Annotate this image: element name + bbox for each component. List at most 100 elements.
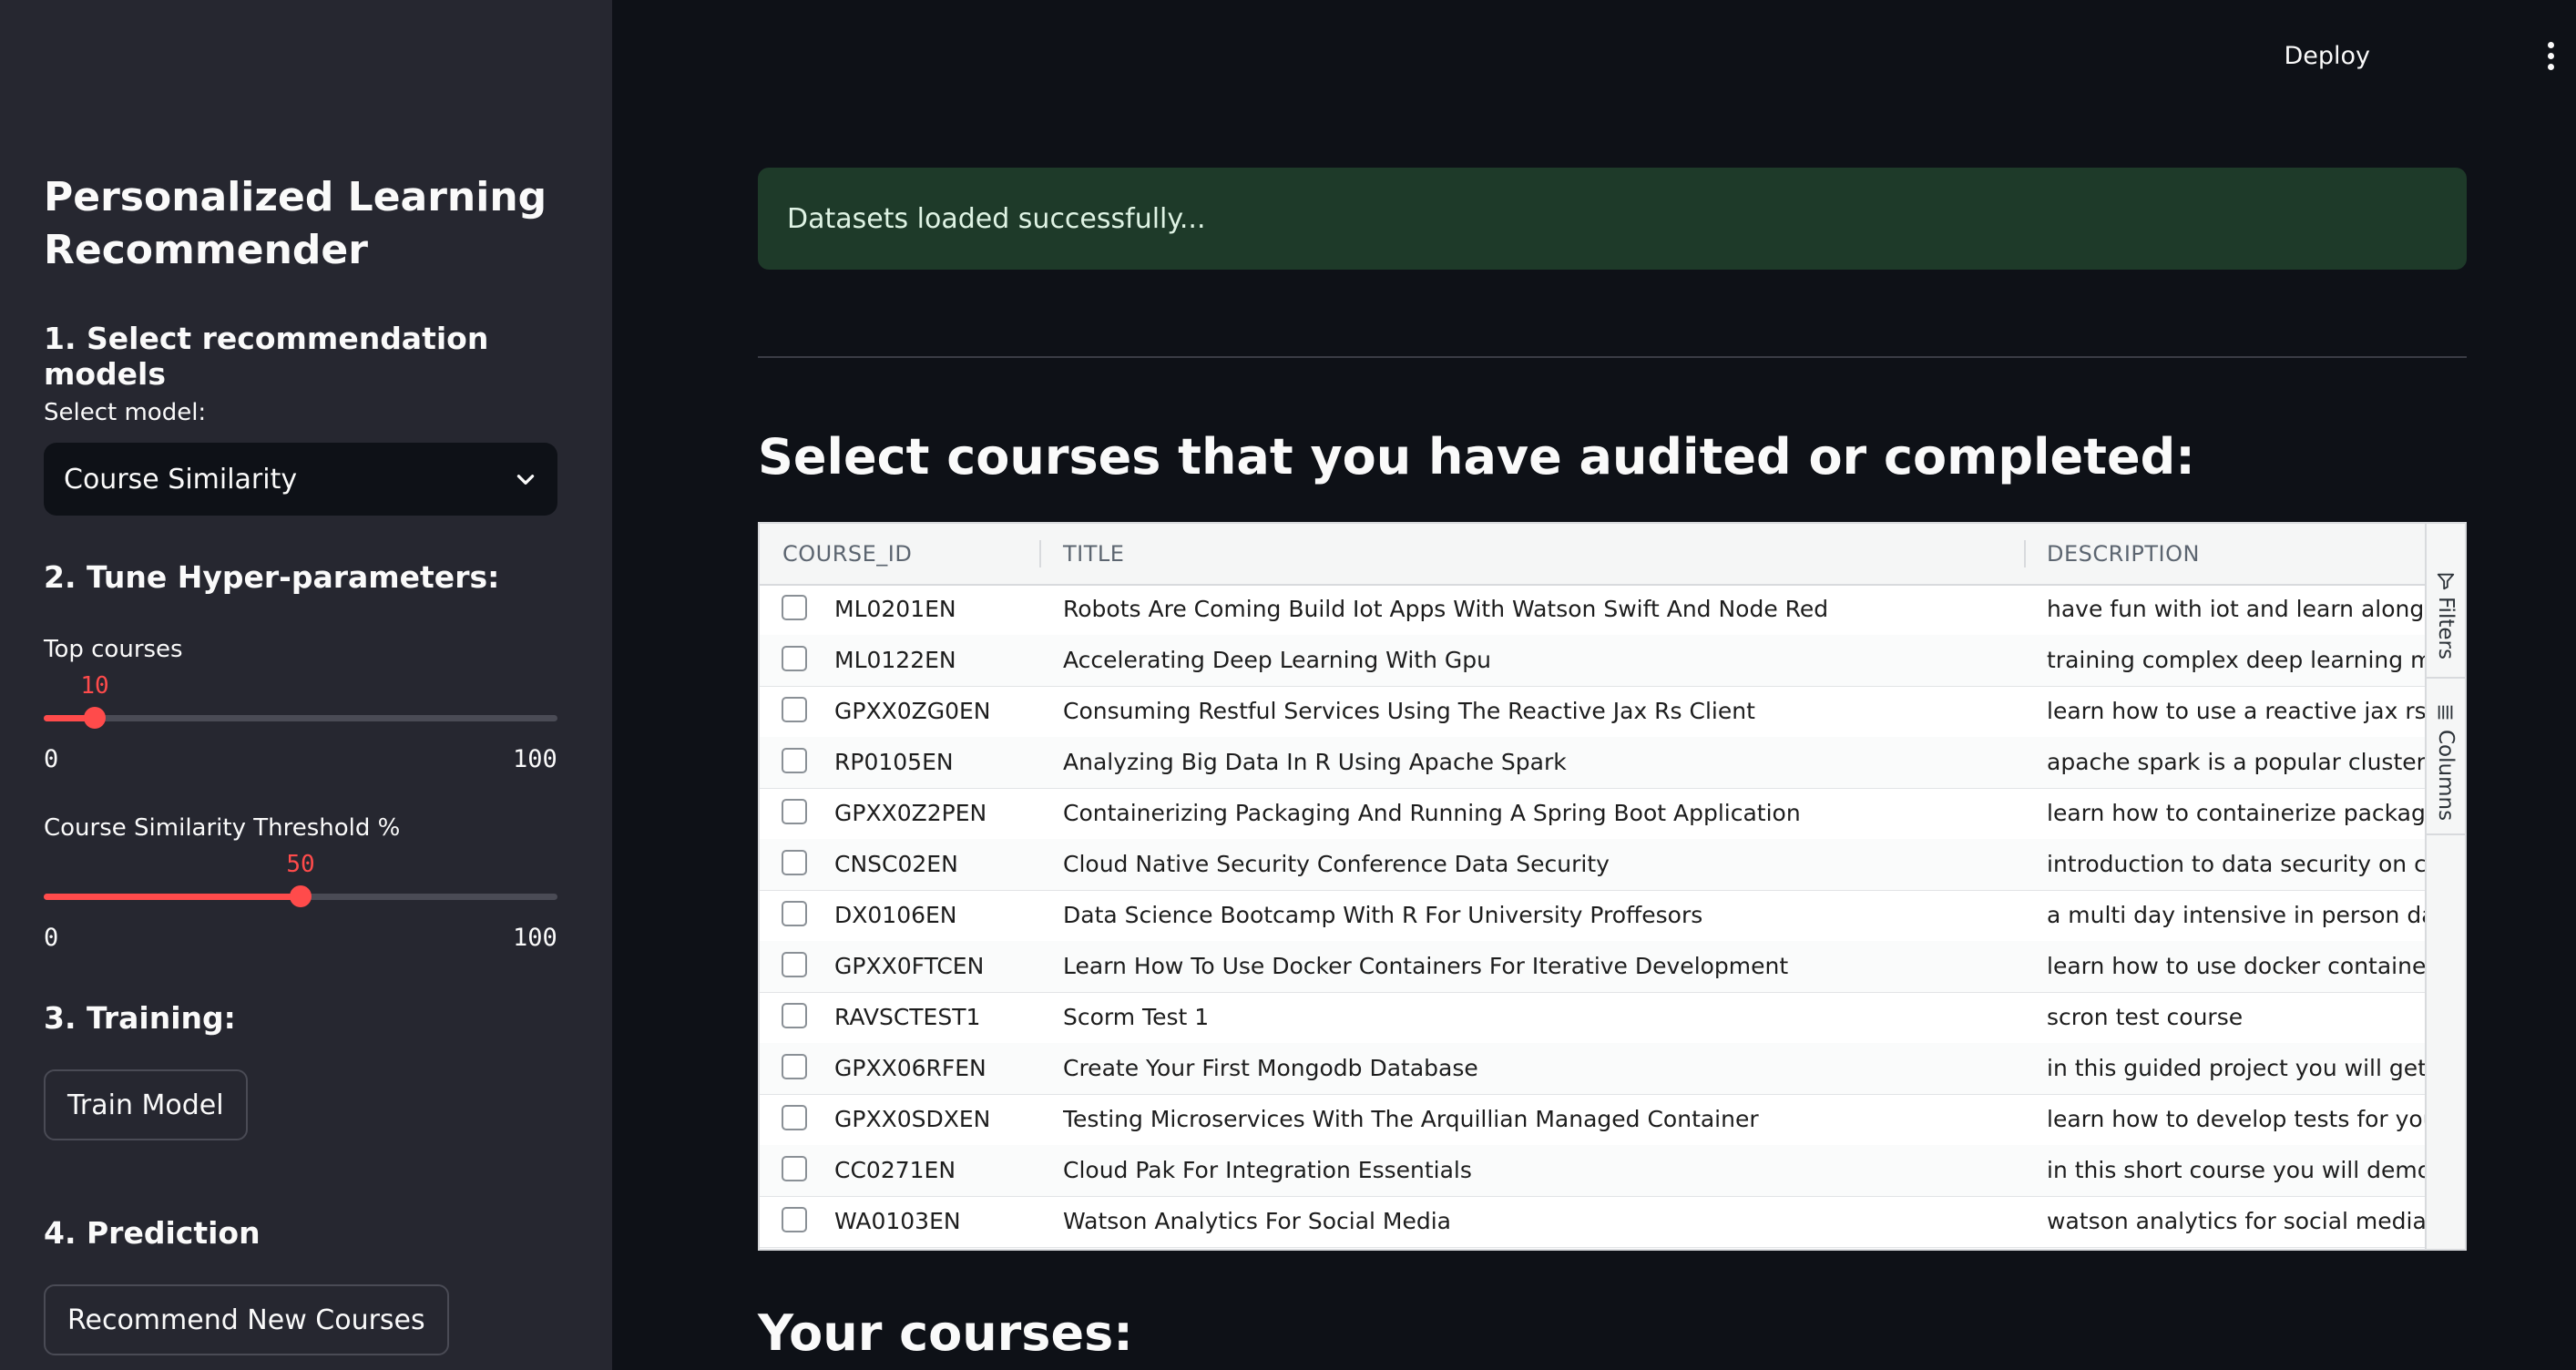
table-row[interactable]: CNSC02EN Cloud Native Security Conference… bbox=[760, 839, 2430, 891]
table-row[interactable]: ML0122EN Accelerating Deep Learning With … bbox=[760, 635, 2430, 687]
columns-icon bbox=[2438, 705, 2453, 720]
description-cell: apache spark is a popular cluster con bbox=[2047, 749, 2428, 775]
filter-icon bbox=[2437, 573, 2455, 590]
description-cell: introduction to data security on cloud bbox=[2047, 851, 2428, 877]
row-checkbox[interactable] bbox=[782, 595, 807, 620]
course-id-cell: GPXX0ZG0EN bbox=[834, 698, 991, 724]
description-cell: learn how to develop tests for your m bbox=[2047, 1106, 2428, 1132]
description-cell: have fun with iot and learn along the bbox=[2047, 596, 2428, 622]
column-header-description[interactable]: DESCRIPTION bbox=[2047, 524, 2200, 584]
your-courses-heading: Your courses: bbox=[758, 1304, 1133, 1362]
table-row[interactable]: GPXX0FTCEN Learn How To Use Docker Contai… bbox=[760, 941, 2430, 993]
table-row[interactable]: ML0201EN Robots Are Coming Build Iot Apps… bbox=[760, 584, 2430, 636]
title-cell: Learn How To Use Docker Containers For I… bbox=[1063, 953, 1789, 979]
slider-thumb[interactable] bbox=[84, 707, 107, 729]
select-courses-heading: Select courses that you have audited or … bbox=[758, 428, 2195, 486]
top-courses-slider[interactable] bbox=[44, 700, 557, 736]
row-checkbox[interactable] bbox=[782, 748, 807, 773]
more-menu-icon[interactable] bbox=[2541, 42, 2560, 73]
table-header: COURSE_ID TITLE DESCRIPTION bbox=[760, 524, 2430, 586]
column-separator[interactable] bbox=[2024, 540, 2026, 567]
slider-thumb[interactable] bbox=[290, 885, 312, 907]
select-model-label: Select model: bbox=[44, 399, 207, 426]
section-select-models-heading: 1. Select recommendation models bbox=[44, 321, 489, 392]
row-checkbox[interactable] bbox=[782, 799, 807, 824]
title-cell: Containerizing Packaging And Running A S… bbox=[1063, 800, 1801, 826]
filters-tab[interactable]: Filters bbox=[2427, 524, 2465, 679]
top-courses-value: 10 bbox=[80, 672, 109, 700]
threshold-label: Course Similarity Threshold % bbox=[44, 814, 401, 842]
title-cell: Accelerating Deep Learning With Gpu bbox=[1063, 647, 1491, 673]
course-id-cell: RP0105EN bbox=[834, 749, 954, 775]
description-cell: training complex deep learning mode bbox=[2047, 647, 2428, 673]
table-row[interactable]: GPXX0Z2PEN Containerizing Packaging And R… bbox=[760, 788, 2430, 840]
title-cell: Data Science Bootcamp With R For Univers… bbox=[1063, 902, 1703, 928]
course-id-cell: ML0122EN bbox=[834, 647, 956, 673]
course-id-cell: CC0271EN bbox=[834, 1157, 956, 1183]
table-row[interactable]: CC0271EN Cloud Pak For Integration Essent… bbox=[760, 1145, 2430, 1197]
row-checkbox[interactable] bbox=[782, 646, 807, 671]
title-cell: Consuming Restful Services Using The Rea… bbox=[1063, 698, 1755, 724]
column-separator[interactable] bbox=[1039, 540, 1041, 567]
course-id-cell: GPXX0Z2PEN bbox=[834, 800, 987, 826]
title-cell: Cloud Native Security Conference Data Se… bbox=[1063, 851, 1610, 877]
description-cell: a multi day intensive in person data s bbox=[2047, 902, 2428, 928]
row-checkbox[interactable] bbox=[782, 1003, 807, 1028]
deploy-button[interactable]: Deploy bbox=[2284, 42, 2370, 70]
table-row[interactable]: GPXX06RFEN Create Your First Mongodb Data… bbox=[760, 1043, 2430, 1095]
table-row[interactable]: DX0106EN Data Science Bootcamp With R For… bbox=[760, 890, 2430, 942]
row-checkbox[interactable] bbox=[782, 697, 807, 722]
sidebar: Personalized Learning Recommender 1. Sel… bbox=[0, 0, 612, 1370]
top-courses-max: 100 bbox=[513, 745, 557, 773]
recommend-courses-button[interactable]: Recommend New Courses bbox=[44, 1284, 449, 1355]
description-cell: learn how to use a reactive jax rs clie bbox=[2047, 698, 2428, 724]
table-row[interactable]: GPXX0SDXEN Testing Microservices With The… bbox=[760, 1094, 2430, 1146]
title-cell: Cloud Pak For Integration Essentials bbox=[1063, 1157, 1472, 1183]
columns-tab-label: Columns bbox=[2434, 730, 2458, 822]
row-checkbox[interactable] bbox=[782, 850, 807, 875]
chevron-down-icon bbox=[516, 475, 535, 485]
columns-tab[interactable]: Columns bbox=[2427, 679, 2465, 835]
title-cell: Analyzing Big Data In R Using Apache Spa… bbox=[1063, 749, 1567, 775]
course-id-cell: CNSC02EN bbox=[834, 851, 958, 877]
model-select[interactable]: Course Similarity bbox=[44, 443, 557, 516]
description-cell: learn how to containerize package an bbox=[2047, 800, 2428, 826]
row-checkbox[interactable] bbox=[782, 1054, 807, 1079]
table-row[interactable]: RAVSCTEST1 Scorm Test 1 scron test course bbox=[760, 992, 2430, 1044]
row-checkbox[interactable] bbox=[782, 1156, 807, 1181]
title-cell: Watson Analytics For Social Media bbox=[1063, 1208, 1451, 1234]
title-cell: Scorm Test 1 bbox=[1063, 1004, 1210, 1030]
row-checkbox[interactable] bbox=[782, 1105, 807, 1130]
threshold-value: 50 bbox=[286, 851, 315, 878]
divider bbox=[758, 356, 2467, 358]
row-checkbox[interactable] bbox=[782, 952, 807, 977]
course-id-cell: ML0201EN bbox=[834, 596, 956, 622]
title-cell: Testing Microservices With The Arquillia… bbox=[1063, 1106, 1759, 1132]
grid-side-panel: Filters Columns bbox=[2425, 524, 2465, 1249]
table-row[interactable]: RP0105EN Analyzing Big Data In R Using Ap… bbox=[760, 737, 2430, 789]
course-id-cell: DX0106EN bbox=[834, 902, 957, 928]
title-cell: Create Your First Mongodb Database bbox=[1063, 1055, 1478, 1081]
table-row[interactable]: GPXX0ZG0EN Consuming Restful Services Usi… bbox=[760, 686, 2430, 738]
row-checkbox[interactable] bbox=[782, 1207, 807, 1232]
table-row[interactable]: WA0103EN Watson Analytics For Social Medi… bbox=[760, 1196, 2430, 1248]
slider-track bbox=[44, 715, 557, 721]
filters-tab-label: Filters bbox=[2434, 597, 2458, 659]
description-cell: learn how to use docker containers fo bbox=[2047, 953, 2428, 979]
app-title: Personalized Learning Recommender bbox=[44, 174, 547, 273]
threshold-slider[interactable] bbox=[44, 878, 557, 915]
success-alert: Datasets loaded successfully... bbox=[758, 168, 2467, 270]
threshold-max: 100 bbox=[513, 924, 557, 952]
course-id-cell: WA0103EN bbox=[834, 1208, 961, 1234]
top-courses-label: Top courses bbox=[44, 636, 183, 663]
slider-fill bbox=[44, 894, 301, 900]
course-id-cell: GPXX0FTCEN bbox=[834, 953, 985, 979]
section-prediction-heading: 4. Prediction bbox=[44, 1215, 261, 1251]
top-courses-min: 0 bbox=[44, 745, 59, 773]
column-header-course-id[interactable]: COURSE_ID bbox=[782, 524, 912, 584]
course-id-cell: GPXX0SDXEN bbox=[834, 1106, 991, 1132]
section-hyperparams-heading: 2. Tune Hyper-parameters: bbox=[44, 559, 500, 595]
train-model-button[interactable]: Train Model bbox=[44, 1069, 248, 1140]
row-checkbox[interactable] bbox=[782, 901, 807, 926]
column-header-title[interactable]: TITLE bbox=[1063, 524, 1124, 584]
